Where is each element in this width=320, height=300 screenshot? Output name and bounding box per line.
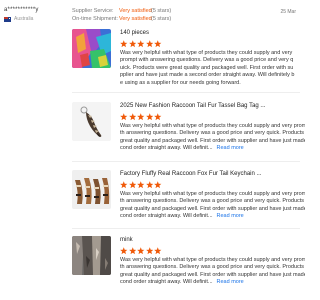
review-item: 2025 New Fashion Raccoon Tail Fur Tassel…: [72, 102, 305, 166]
star-icon: [120, 247, 128, 255]
star-icon: [154, 113, 162, 121]
star-icon: [120, 113, 128, 121]
supplier-service-count: (5 stars): [151, 8, 172, 14]
review-divider: [72, 92, 300, 93]
review-text-line: great quality and packaged well. First o…: [120, 137, 305, 144]
read-more-link[interactable]: Read more: [217, 279, 244, 285]
supplier-service-label: Supplier Service:: [72, 8, 114, 14]
product-thumbnail[interactable]: [72, 29, 111, 68]
raccoon-tail-tag-image: [72, 102, 111, 141]
star-icon: [145, 113, 153, 121]
product-thumbnail[interactable]: [72, 170, 111, 209]
review-date: 25 Mar: [280, 9, 296, 15]
review-text-line: cond order straight away. Will definit..…: [120, 213, 305, 220]
review-product-title[interactable]: 2025 New Fashion Raccoon Tail Fur Tassel…: [120, 102, 305, 110]
mink-fur-image: [72, 236, 111, 275]
colorful-tassels-image: [72, 29, 111, 68]
review-text-last: cond order straight away. Will definit..…: [120, 145, 213, 152]
review-text: Was very helpful with what type of produ…: [120, 257, 305, 287]
review-divider: [72, 228, 300, 229]
star-icon: [145, 40, 153, 48]
ontime-shipment-label: On-time Shipment:: [72, 16, 118, 22]
review-text-line: Was very helpful with what type of produ…: [120, 123, 305, 129]
review-text-line: Was very helpful with what type of produ…: [120, 50, 293, 56]
supplier-service-row: Supplier Service: Very satisfied(5 stars): [72, 8, 171, 14]
star-icon: [120, 40, 128, 48]
review-text: Was very helpful with what type of produ…: [120, 123, 305, 153]
review-text-line: uick. Products were great quality and pa…: [120, 64, 294, 71]
ontime-shipment-count: (5 stars): [151, 16, 172, 22]
star-icon: [128, 113, 136, 121]
review-text-line: pplier and have just made a second order…: [120, 72, 295, 79]
star-icon: [154, 247, 162, 255]
star-icon: [137, 181, 145, 189]
australia-flag-icon: [4, 16, 11, 22]
review-text-line: prompt with answering questions. Deliver…: [120, 57, 294, 64]
read-more-link[interactable]: Read more: [217, 213, 244, 219]
ontime-shipment-value: Very satisfied: [119, 16, 152, 22]
star-icon: [145, 247, 153, 255]
review-text-line: cond order straight away. Will definit..…: [120, 145, 305, 152]
review-text-line: th answering questions. Delivery was a g…: [120, 198, 305, 205]
review-text-line: great quality and packaged well. First o…: [120, 205, 305, 212]
read-more-link[interactable]: Read more: [217, 145, 244, 151]
review-text-line: e using as a supplier for our needs goin…: [120, 79, 241, 86]
star-icon: [128, 40, 136, 48]
review-text-line: th answering questions. Delivery was a g…: [120, 130, 305, 137]
review-product-title[interactable]: Factory Fluffy Real Raccoon Fox Fur Tail…: [120, 170, 305, 178]
review-item: Factory Fluffy Real Raccoon Fox Fur Tail…: [72, 170, 305, 234]
review-rating-stars: [120, 181, 305, 189]
review-text: Was very helpful with what type of produ…: [120, 50, 305, 88]
supplier-service-value: Very satisfied: [119, 8, 152, 14]
review-product-title[interactable]: 140 pieces: [120, 29, 305, 37]
fur-tail-keychain-image: [72, 170, 111, 209]
review-product-title[interactable]: mink: [120, 236, 305, 244]
ontime-shipment-row: On-time Shipment:Very satisfied(5 stars): [72, 16, 171, 22]
star-icon: [137, 40, 145, 48]
review-rating-stars: [120, 113, 305, 121]
review-text-line: Was very helpful with what type of produ…: [120, 257, 305, 263]
review-text-line: th answering questions. Delivery was a g…: [120, 264, 305, 271]
review-divider: [72, 161, 300, 162]
star-icon: [154, 181, 162, 189]
review-rating-stars: [120, 40, 305, 48]
review-rating-stars: [120, 247, 305, 255]
reviewer-country-label: Australia: [14, 16, 34, 22]
review-text: Was very helpful with what type of produ…: [120, 191, 305, 221]
review-text-line: great quality and packaged well. First o…: [120, 271, 305, 278]
star-icon: [137, 113, 145, 121]
review-text-line: Was very helpful with what type of produ…: [120, 191, 305, 197]
review-text-line: cond order straight away. Will definit..…: [120, 279, 305, 286]
star-icon: [128, 247, 136, 255]
review-item: mink Was very helpful with what type of …: [72, 236, 305, 300]
star-icon: [137, 247, 145, 255]
product-thumbnail[interactable]: [72, 236, 111, 275]
star-icon: [128, 181, 136, 189]
product-thumbnail[interactable]: [72, 102, 111, 141]
review-item: 140 pieces Was very helpful with what ty…: [72, 29, 300, 93]
review-text-last: cond order straight away. Will definit..…: [120, 213, 213, 220]
star-icon: [154, 40, 162, 48]
star-icon: [120, 181, 128, 189]
star-icon: [145, 181, 153, 189]
review-text-last: cond order straight away. Will definit..…: [120, 279, 213, 286]
